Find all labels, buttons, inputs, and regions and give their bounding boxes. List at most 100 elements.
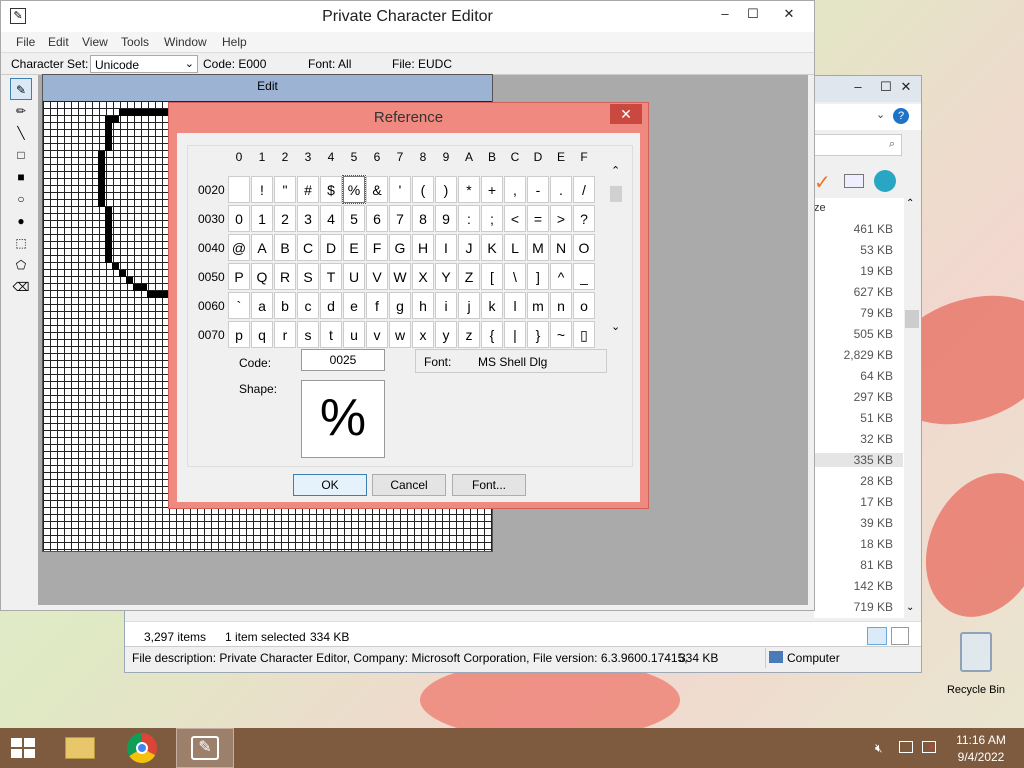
character-cell[interactable]: V: [366, 263, 388, 290]
chrome-taskbar-button[interactable]: [115, 728, 169, 768]
scroll-down-icon[interactable]: ⌄: [906, 602, 914, 613]
character-cell[interactable]: |: [504, 321, 526, 348]
character-cell[interactable]: :: [458, 205, 480, 232]
character-cell[interactable]: B: [274, 234, 296, 261]
character-cell[interactable]: 3: [297, 205, 319, 232]
file-size-cell[interactable]: 19 KB: [813, 264, 893, 278]
character-cell[interactable]: >: [550, 205, 572, 232]
character-cell[interactable]: T: [320, 263, 342, 290]
eraser-icon[interactable]: ⌫: [10, 276, 32, 298]
character-cell[interactable]: u: [343, 321, 365, 348]
character-cell[interactable]: A: [251, 234, 273, 261]
hollow-rectangle-icon[interactable]: □: [10, 144, 32, 166]
character-cell[interactable]: q: [251, 321, 273, 348]
character-cell[interactable]: 7: [389, 205, 411, 232]
file-size-cell[interactable]: 39 KB: [813, 516, 893, 530]
character-cell[interactable]: J: [458, 234, 480, 261]
close-button[interactable]: ✕: [767, 3, 811, 25]
character-cell[interactable]: #: [297, 176, 319, 203]
menu-file[interactable]: File: [16, 35, 35, 49]
character-cell[interactable]: Z: [458, 263, 480, 290]
menu-window[interactable]: Window: [164, 35, 207, 49]
character-cell[interactable]: t: [320, 321, 342, 348]
scroll-down-icon[interactable]: ⌄: [611, 320, 620, 333]
character-cell[interactable]: 9: [435, 205, 457, 232]
character-cell[interactable]: k: [481, 292, 503, 319]
character-cell[interactable]: [: [481, 263, 503, 290]
character-cell[interactable]: !: [251, 176, 273, 203]
menu-tools[interactable]: Tools: [121, 35, 149, 49]
character-cell[interactable]: =: [527, 205, 549, 232]
large-icons-view-icon[interactable]: [891, 627, 909, 645]
character-cell[interactable]: +: [481, 176, 503, 203]
character-cell[interactable]: ]: [527, 263, 549, 290]
character-cell[interactable]: n: [550, 292, 572, 319]
character-cell[interactable]: 5: [343, 205, 365, 232]
character-cell[interactable]: F: [366, 234, 388, 261]
character-cell[interactable]: @: [228, 234, 250, 261]
file-size-cell[interactable]: 335 KB: [813, 453, 903, 467]
character-cell[interactable]: /: [573, 176, 595, 203]
character-cell[interactable]: ,: [504, 176, 526, 203]
speaker-muted-icon[interactable]: 🔇︎: [875, 741, 883, 756]
character-cell[interactable]: R: [274, 263, 296, 290]
character-cell[interactable]: 1: [251, 205, 273, 232]
character-cell[interactable]: P: [228, 263, 250, 290]
filled-ellipse-icon[interactable]: ●: [10, 210, 32, 232]
character-cell[interactable]: j: [458, 292, 480, 319]
character-cell[interactable]: ~: [550, 321, 572, 348]
file-size-cell[interactable]: 64 KB: [813, 369, 893, 383]
character-cell[interactable]: -: [527, 176, 549, 203]
character-cell[interactable]: x: [412, 321, 434, 348]
character-cell[interactable]: _: [573, 263, 595, 290]
character-cell[interactable]: }: [527, 321, 549, 348]
character-cell[interactable]: Q: [251, 263, 273, 290]
character-cell[interactable]: o: [573, 292, 595, 319]
character-cell[interactable]: E: [343, 234, 365, 261]
character-cell[interactable]: w: [389, 321, 411, 348]
character-cell[interactable]: s: [297, 321, 319, 348]
character-cell[interactable]: .: [550, 176, 572, 203]
character-cell[interactable]: ;: [481, 205, 503, 232]
character-cell[interactable]: f: [366, 292, 388, 319]
character-cell[interactable]: c: [297, 292, 319, 319]
character-cell[interactable]: g: [389, 292, 411, 319]
character-cell[interactable]: 0: [228, 205, 250, 232]
file-size-cell[interactable]: 505 KB: [813, 327, 893, 341]
file-size-cell[interactable]: 297 KB: [813, 390, 893, 404]
character-cell[interactable]: O: [573, 234, 595, 261]
character-cell[interactable]: ': [389, 176, 411, 203]
menu-help[interactable]: Help: [222, 35, 247, 49]
file-size-cell[interactable]: 2,829 KB: [813, 348, 893, 362]
character-cell[interactable]: v: [366, 321, 388, 348]
character-cell[interactable]: a: [251, 292, 273, 319]
character-cell[interactable]: {: [481, 321, 503, 348]
character-cell[interactable]: X: [412, 263, 434, 290]
character-cell[interactable]: p: [228, 321, 250, 348]
character-cell[interactable]: y: [435, 321, 457, 348]
character-cell[interactable]: r: [274, 321, 296, 348]
file-size-cell[interactable]: 51 KB: [813, 411, 893, 425]
start-button[interactable]: [0, 728, 50, 768]
file-size-cell[interactable]: 461 KB: [813, 222, 893, 236]
character-cell[interactable]: N: [550, 234, 572, 261]
file-size-cell[interactable]: 79 KB: [813, 306, 893, 320]
character-cell[interactable]: 4: [320, 205, 342, 232]
font-button[interactable]: Font...: [452, 474, 526, 496]
character-cell[interactable]: $: [320, 176, 342, 203]
rect-select-icon[interactable]: ⬚: [10, 232, 32, 254]
ok-button[interactable]: OK: [293, 474, 367, 496]
properties-icon[interactable]: [844, 174, 864, 188]
character-cell[interactable]: L: [504, 234, 526, 261]
character-cell[interactable]: l: [504, 292, 526, 319]
recycle-bin-desktop-icon[interactable]: Recycle Bin: [946, 630, 1006, 700]
globe-icon[interactable]: [874, 170, 896, 192]
character-cell[interactable]: ?: [573, 205, 595, 232]
character-cell[interactable]: S: [297, 263, 319, 290]
character-cell[interactable]: ^: [550, 263, 572, 290]
character-cell[interactable]: C: [297, 234, 319, 261]
action-center-flag-icon[interactable]: ✕: [922, 741, 936, 753]
scrollbar-thumb[interactable]: [905, 310, 919, 328]
brush-icon[interactable]: ✏: [10, 100, 32, 122]
character-cell[interactable]: I: [435, 234, 457, 261]
